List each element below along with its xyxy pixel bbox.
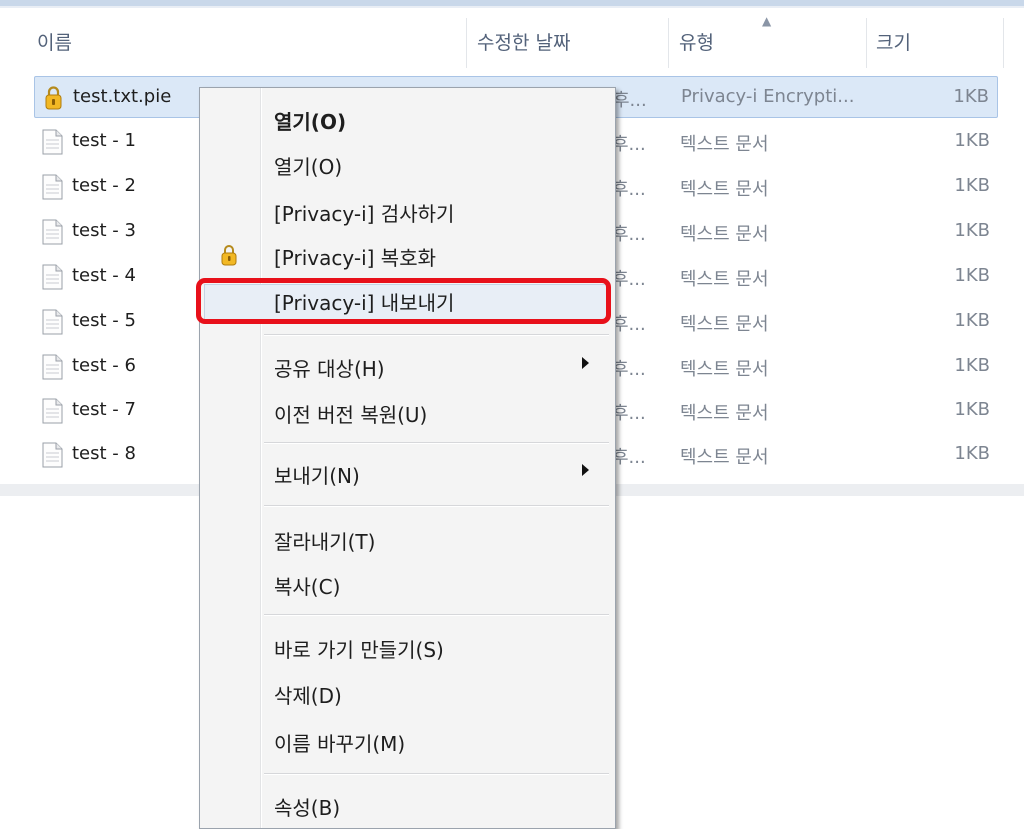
file-type: 텍스트 문서 (680, 269, 769, 290)
file-type: 텍스트 문서 (680, 359, 769, 380)
file-size: 1KB (954, 265, 990, 286)
menu-item-create-shortcut[interactable]: 바로 가기 만들기(S) (200, 624, 615, 668)
column-date[interactable]: 수정한 날짜 (477, 28, 570, 55)
menu-item-label: [Privacy-i] 복호화 (274, 246, 436, 270)
menu-item-label: 잘라내기(T) (274, 530, 376, 554)
column-type[interactable]: 유형 (679, 28, 714, 55)
file-date: 후... (612, 403, 646, 424)
menu-item-label: 보내기(N) (274, 464, 360, 488)
text-file-icon (42, 354, 63, 380)
menu-item-privacy-scan[interactable]: [Privacy-i] 검사하기 (200, 188, 615, 232)
column-header: 이름 수정한 날짜 ▲ 유형 크기 (0, 8, 1024, 68)
menu-item-copy[interactable]: 복사(C) (200, 561, 615, 605)
text-file-icon (42, 219, 63, 245)
file-date: 후... (612, 134, 646, 155)
file-type: 텍스트 문서 (680, 179, 769, 200)
file-size: 1KB (954, 310, 990, 331)
column-name[interactable]: 이름 (37, 28, 72, 55)
menu-item-label: 열기(O) (274, 155, 343, 179)
menu-item-delete[interactable]: 삭제(D) (200, 670, 615, 714)
menu-item-label: 공유 대상(H) (274, 357, 385, 381)
file-date: 후... (612, 224, 646, 245)
menu-item-label: 복사(C) (274, 575, 341, 599)
file-name: test - 7 (72, 399, 136, 420)
highlight-annotation-box (196, 278, 611, 324)
menu-item-label: 이전 버전 복원(U) (274, 403, 428, 427)
file-name: test - 3 (72, 220, 136, 241)
text-file-icon (42, 442, 63, 468)
file-size: 1KB (954, 399, 990, 420)
menu-item-cut[interactable]: 잘라내기(T) (200, 516, 615, 560)
menu-item-label: 바로 가기 만들기(S) (274, 638, 444, 662)
file-name: test.txt.pie (73, 86, 172, 107)
file-date: 후... (612, 447, 646, 468)
menu-item-label: 열기(O) (274, 110, 347, 134)
text-file-icon (42, 309, 63, 335)
file-date: 후... (613, 90, 647, 111)
menu-item-properties[interactable]: 속성(B) (200, 782, 615, 826)
file-name: test - 5 (72, 310, 136, 331)
menu-separator (264, 334, 609, 336)
file-size: 1KB (954, 443, 990, 464)
file-type: 텍스트 문서 (680, 403, 769, 424)
file-type: 텍스트 문서 (680, 314, 769, 335)
submenu-arrow-icon (582, 357, 589, 369)
sort-ascending-icon: ▲ (762, 14, 772, 28)
menu-item-label: [Privacy-i] 검사하기 (274, 202, 455, 226)
text-file-icon (42, 174, 63, 200)
file-date: 후... (612, 359, 646, 380)
text-file-icon (42, 129, 63, 155)
menu-item-send-to[interactable]: 보내기(N) (200, 450, 615, 494)
text-file-icon (42, 264, 63, 290)
file-type: 텍스트 문서 (680, 224, 769, 245)
menu-separator (264, 773, 609, 775)
menu-separator (264, 505, 609, 507)
file-type: 텍스트 문서 (680, 447, 769, 468)
file-date: 후... (612, 314, 646, 335)
file-name: test - 8 (72, 443, 136, 464)
file-size: 1KB (954, 355, 990, 376)
file-date: 후... (612, 269, 646, 290)
menu-item-open-default[interactable]: 열기(O) (200, 96, 615, 140)
file-date: 후... (612, 179, 646, 200)
menu-item-rename[interactable]: 이름 바꾸기(M) (200, 718, 615, 762)
menu-item-label: 이름 바꾸기(M) (274, 732, 406, 756)
lock-file-icon (45, 86, 62, 110)
file-size: 1KB (953, 86, 989, 107)
menu-separator (264, 614, 609, 616)
menu-item-label: 삭제(D) (274, 684, 342, 708)
file-name: test - 6 (72, 355, 136, 376)
file-size: 1KB (954, 175, 990, 196)
menu-item-label: 속성(B) (274, 796, 341, 820)
menu-item-open[interactable]: 열기(O) (200, 141, 615, 185)
text-file-icon (42, 398, 63, 424)
column-divider[interactable] (466, 18, 467, 68)
file-name: test - 2 (72, 175, 136, 196)
column-divider[interactable] (1003, 18, 1004, 68)
context-menu: 열기(O) 열기(O) [Privacy-i] 검사하기 [Privacy-i]… (199, 87, 616, 829)
menu-item-privacy-decrypt[interactable]: [Privacy-i] 복호화 (200, 232, 615, 276)
menu-item-share[interactable]: 공유 대상(H) (200, 343, 615, 387)
column-divider[interactable] (668, 18, 669, 68)
file-name: test - 4 (72, 265, 136, 286)
column-divider[interactable] (866, 18, 867, 68)
file-name: test - 1 (72, 130, 136, 151)
file-size: 1KB (954, 130, 990, 151)
submenu-arrow-icon (582, 464, 589, 476)
file-size: 1KB (954, 220, 990, 241)
file-type: Privacy-i Encrypti... (681, 86, 855, 107)
menu-item-restore-previous[interactable]: 이전 버전 복원(U) (200, 389, 615, 433)
file-type: 텍스트 문서 (680, 134, 769, 155)
column-size[interactable]: 크기 (876, 28, 911, 55)
lock-icon (221, 245, 237, 266)
menu-separator (264, 442, 609, 444)
